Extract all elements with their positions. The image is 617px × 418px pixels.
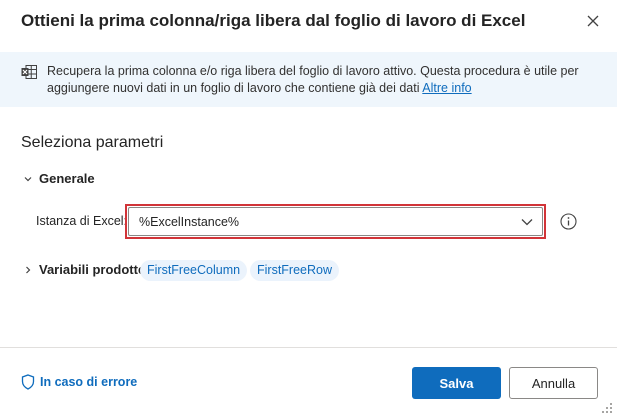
general-group-toggle[interactable]: Generale xyxy=(21,171,95,186)
close-icon xyxy=(587,15,599,27)
variable-chip-firstfreerow[interactable]: FirstFreeRow xyxy=(250,260,340,281)
produced-variables-label: Variabili prodotte xyxy=(39,262,146,277)
info-banner: Recupera la prima colonna e/o riga liber… xyxy=(0,52,617,107)
resize-grip-icon[interactable] xyxy=(601,402,613,414)
dialog-title: Ottieni la prima colonna/riga libera dal… xyxy=(21,11,526,30)
on-error-link[interactable]: In caso di errore xyxy=(21,374,137,390)
general-group-label: Generale xyxy=(39,171,95,186)
on-error-label: In caso di errore xyxy=(40,375,138,389)
excel-icon xyxy=(21,65,37,79)
info-text: Recupera la prima colonna e/o riga liber… xyxy=(47,63,592,97)
chevron-down-icon xyxy=(21,172,35,186)
close-button[interactable] xyxy=(582,10,604,32)
excel-instance-select[interactable]: %ExcelInstance% xyxy=(128,207,543,236)
variable-chip-firstfreecolumn[interactable]: FirstFreeColumn xyxy=(140,260,248,281)
info-circle-icon[interactable] xyxy=(560,213,577,230)
dialog: Ottieni la prima colonna/riga libera dal… xyxy=(0,0,617,418)
excel-instance-label: Istanza di Excel: xyxy=(36,214,128,228)
info-description: Recupera la prima colonna e/o riga liber… xyxy=(47,64,579,95)
footer-divider xyxy=(0,347,617,348)
shield-icon xyxy=(21,374,35,390)
chevron-down-icon xyxy=(521,219,533,226)
save-button[interactable]: Salva xyxy=(412,367,501,399)
produced-variables-toggle[interactable]: Variabili prodotte xyxy=(21,262,145,277)
excel-instance-value: %ExcelInstance% xyxy=(139,214,240,229)
section-title: Seleziona parametri xyxy=(21,134,164,151)
cancel-button[interactable]: Annulla xyxy=(509,367,598,399)
learn-more-link[interactable]: Altre info xyxy=(422,81,471,95)
chevron-right-icon xyxy=(21,263,35,277)
